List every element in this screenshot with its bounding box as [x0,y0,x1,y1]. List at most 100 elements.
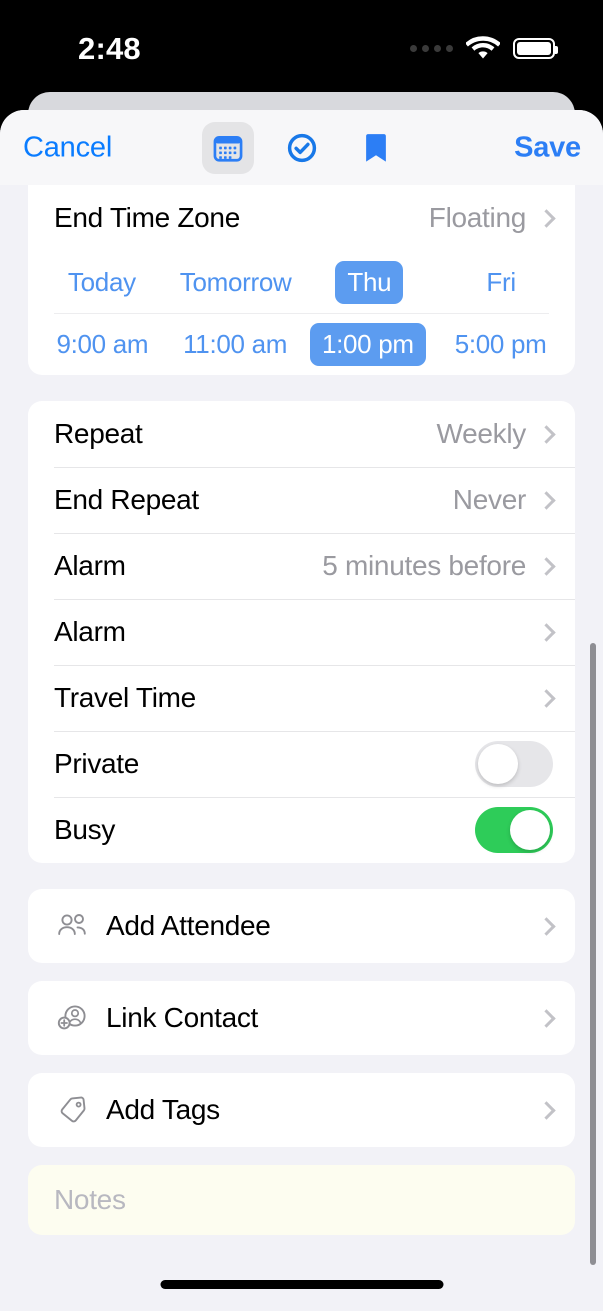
link-contact-card: Link Contact [28,981,575,1055]
date-option[interactable]: Fri [435,261,567,304]
editor-toolbar: Cancel Save [0,110,603,185]
add-tags-card: Add Tags [28,1073,575,1147]
row-label: Alarm [54,616,126,647]
toolbar-icon-group [201,121,402,174]
chevron-right-icon [537,1008,556,1028]
time-option[interactable]: 5:00 pm [434,323,567,366]
people-icon [54,913,92,939]
status-bar: 2:48 [0,0,603,92]
row-right: Weekly [436,418,556,450]
row-label: Repeat [54,418,143,449]
status-bar-time: 2:48 [78,31,141,66]
chevron-right-icon [537,916,556,936]
time-quick-pick-row: 9:00 am 11:00 am 1:00 pm 5:00 pm [28,313,575,375]
date-option-label: Tomorrow [179,266,292,297]
date-option-label: Today [67,266,136,297]
time-option-label: 11:00 am [183,328,288,359]
checkmark-circle-icon [287,133,316,162]
tab-calendar[interactable] [201,121,254,174]
time-option-label: 5:00 pm [454,328,547,359]
row-right: Never [452,484,556,516]
row-right [475,807,553,853]
row-value: Weekly [436,418,527,449]
row-alarm-secondary[interactable]: Alarm [28,599,575,665]
row-label: Busy [54,814,116,845]
time-option[interactable]: 9:00 am [36,323,169,366]
row-right: 5 minutes before [322,550,556,582]
row-value: 5 minutes before [322,550,526,581]
row-end-repeat[interactable]: End Repeat Never [28,467,575,533]
notes-placeholder: Notes [54,1184,126,1215]
date-option[interactable]: Today [36,261,168,304]
row-label: Private [54,748,140,779]
row-end-time-zone[interactable]: End Time Zone Floating [28,185,575,251]
time-option-label: 1:00 pm [309,322,426,366]
row-label: End Time Zone [54,202,240,233]
date-option[interactable]: Tomorrow [168,261,304,304]
row-right [537,916,556,936]
date-option-label: Fri [486,266,516,297]
cellular-dots-icon [410,45,453,52]
private-toggle[interactable] [475,741,553,787]
phone-screen: 2:48 Cancel Save End Time Zone Floating … [0,0,603,1311]
date-option-label: Thu [335,260,404,304]
date-quick-pick-row: Today Tomorrow Thu Fri [28,251,575,313]
chevron-right-icon [537,208,556,228]
battery-full-icon [513,38,558,59]
save-button[interactable]: Save [514,131,581,164]
event-editor-sheet: Cancel Save End Time Zone Floating Today… [0,110,603,1311]
row-private[interactable]: Private [28,731,575,797]
row-add-attendee[interactable]: Add Attendee [28,889,575,963]
contact-badge-plus-icon [54,1003,92,1033]
row-label: Add Attendee [106,910,271,941]
row-travel-time[interactable]: Travel Time [28,665,575,731]
vertical-scrollbar[interactable] [590,643,596,1265]
chevron-right-icon [537,688,556,708]
notes-field[interactable]: Notes [28,1165,575,1235]
row-label: Alarm [54,550,126,581]
row-right [526,622,556,642]
row-repeat[interactable]: Repeat Weekly [28,401,575,467]
home-indicator[interactable] [160,1280,443,1289]
row-right [537,1008,556,1028]
chevron-right-icon [537,622,556,642]
row-label: Travel Time [54,682,196,713]
date-option[interactable]: Thu [303,260,435,304]
row-label: Link Contact [106,1002,259,1033]
status-bar-indicators [410,36,558,61]
row-label: End Repeat [54,484,199,515]
tag-icon [54,1095,92,1125]
row-right [526,688,556,708]
row-alarm-primary[interactable]: Alarm 5 minutes before [28,533,575,599]
row-right [537,1100,556,1120]
busy-toggle[interactable] [475,807,553,853]
row-busy[interactable]: Busy [28,797,575,863]
options-card: Repeat Weekly End Repeat Never Alarm 5 m… [28,401,575,863]
tab-bookmarks[interactable] [350,122,402,174]
tab-reminders[interactable] [276,122,328,174]
chevron-right-icon [537,1100,556,1120]
bookmark-icon [365,133,386,162]
calendar-icon [213,135,242,162]
row-value: Floating [428,202,527,233]
row-add-tags[interactable]: Add Tags [28,1073,575,1147]
row-value: Never [452,484,527,515]
wifi-icon [466,36,500,59]
time-option[interactable]: 11:00 am [169,323,302,366]
chevron-right-icon [537,556,556,576]
row-link-contact[interactable]: Link Contact [28,981,575,1055]
time-zone-card: End Time Zone Floating Today Tomorrow Th… [28,185,575,375]
cancel-button[interactable]: Cancel [23,131,112,164]
chevron-right-icon [537,424,556,444]
editor-content: End Time Zone Floating Today Tomorrow Th… [0,185,603,1311]
chevron-right-icon [537,490,556,510]
time-option-label: 9:00 am [56,328,149,359]
time-option[interactable]: 1:00 pm [302,322,435,366]
row-label: Add Tags [106,1094,220,1125]
row-right: Floating [428,202,556,234]
